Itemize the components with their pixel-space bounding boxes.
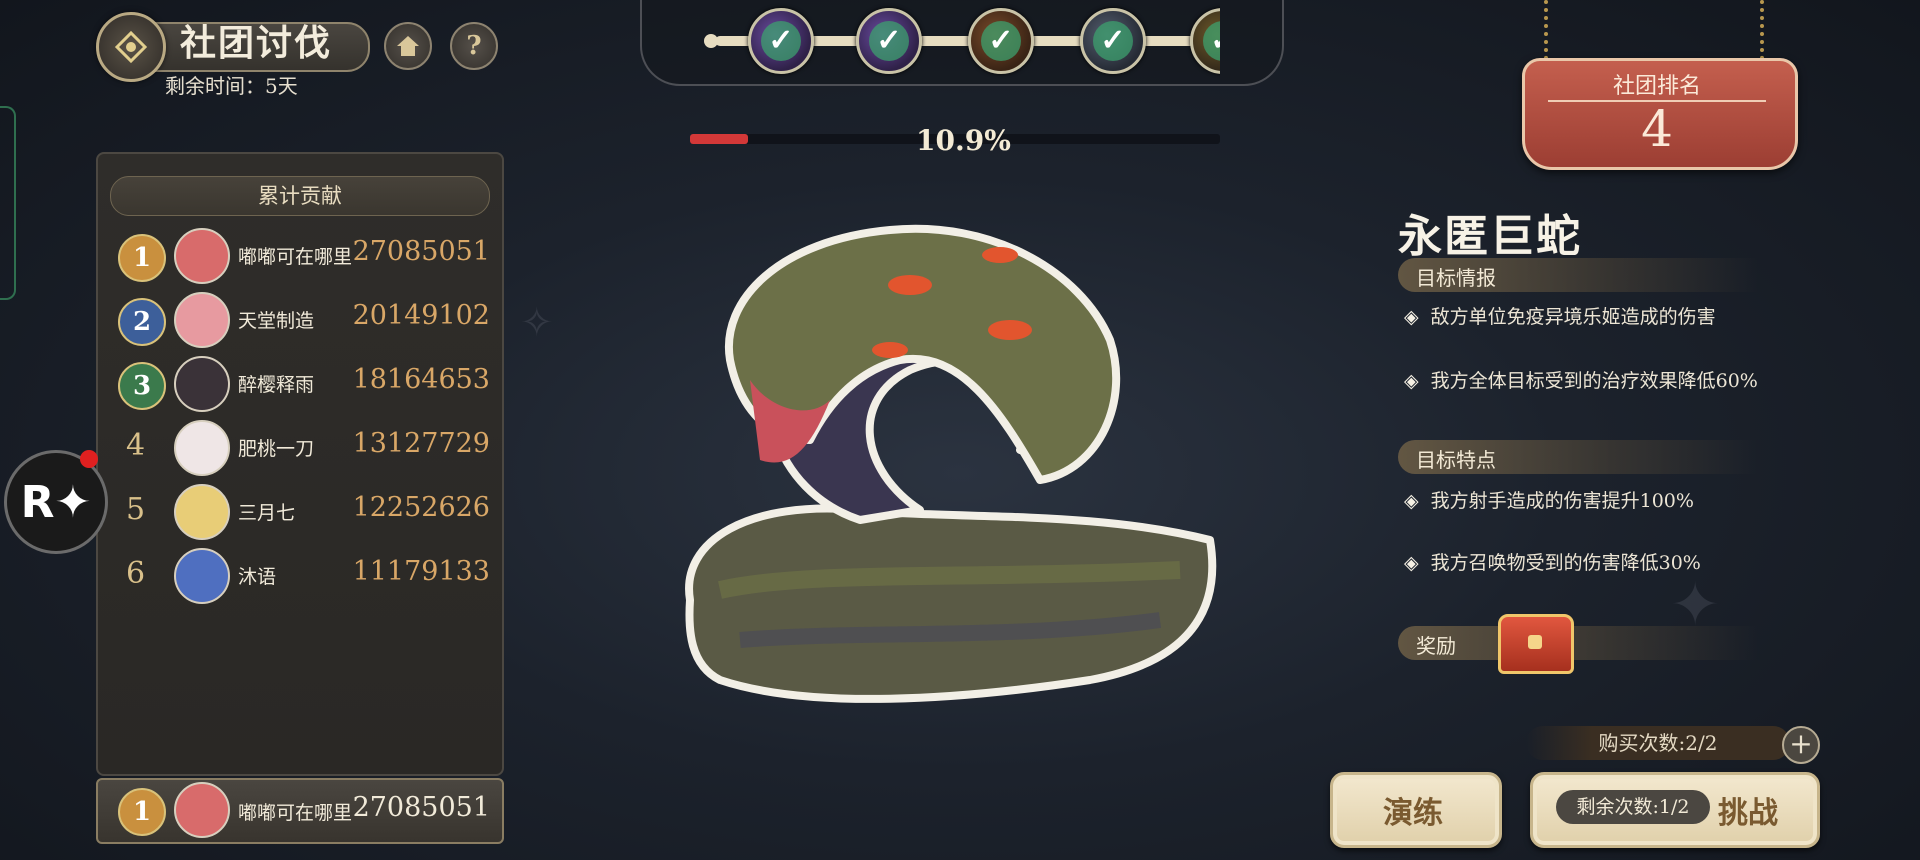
intel-item-text: 敌方单位免疫异境乐姬造成的伤害: [1430, 306, 1716, 328]
rank-medal-icon: 1: [118, 234, 166, 282]
stage-node-1[interactable]: ✓: [748, 8, 814, 74]
r-logo-icon: R✦: [20, 476, 92, 528]
stage-node-3[interactable]: ✓: [968, 8, 1034, 74]
diamond-bullet-icon: ◈: [1404, 370, 1419, 392]
treasure-chest-icon[interactable]: [1498, 614, 1574, 674]
player-name: 肥桃一刀: [238, 438, 315, 460]
player-score: 20149102: [352, 300, 490, 331]
diamond-bullet-icon: ◈: [1404, 490, 1419, 512]
intel-item: ◈ 敌方单位免疫异境乐姬造成的伤害: [1404, 302, 1716, 329]
stage-node-4[interactable]: ✓: [1080, 8, 1146, 74]
rank-number: 5: [126, 492, 146, 527]
player-score: 11179133: [352, 556, 490, 587]
leaderboard-row[interactable]: 4 肥桃一刀 13127729: [118, 420, 496, 480]
chain-decor: [1760, 0, 1774, 60]
player-name: 醉樱释雨: [238, 374, 315, 396]
avatar: [174, 420, 230, 476]
avatar: [174, 228, 230, 284]
player-score: 27085051: [352, 236, 490, 267]
self-row-content: 1 嘟嘟可在哪里 27085051: [118, 782, 496, 842]
leaderboard-row[interactable]: 1 嘟嘟可在哪里 27085051: [118, 228, 496, 288]
leaderboard-row[interactable]: 3 醉樱释雨 18164653: [118, 356, 496, 416]
trait-item-text: 我方射手造成的伤害提升100%: [1430, 490, 1694, 512]
intel-item-text: 我方全体目标受到的治疗效果降低60%: [1430, 370, 1758, 392]
player-name: 嘟嘟可在哪里: [238, 246, 353, 268]
rank-number: 4: [126, 428, 146, 463]
stage-check-icon: ✓: [761, 21, 801, 61]
player-score: 18164653: [352, 364, 490, 395]
player-name: 沐语: [238, 566, 277, 588]
stage-check-icon: ✓: [869, 21, 909, 61]
reward-label: 奖励: [1416, 634, 1456, 658]
diamond-bullet-icon: ◈: [1404, 306, 1419, 328]
trait-item: ◈ 我方射手造成的伤害提升100%: [1404, 486, 1694, 513]
notification-dot: [80, 450, 98, 468]
practice-button-label: 演练: [1383, 796, 1443, 831]
side-edge-tab[interactable]: [0, 106, 16, 300]
avatar: [174, 292, 230, 348]
boss-hp-fill: [690, 134, 748, 144]
contribution-header: 累计贡献: [110, 176, 490, 216]
player-name: 三月七: [238, 502, 296, 524]
leaderboard-row[interactable]: 2 天堂制造 20149102: [118, 292, 496, 352]
avatar: [174, 356, 230, 412]
rank-medal-icon: 1: [118, 788, 166, 836]
decor-star-icon: ✧: [520, 300, 554, 346]
buy-count: 购买次数:2/2: [1526, 726, 1790, 760]
player-score: 12252626: [352, 492, 490, 523]
rank-medal-icon: 2: [118, 298, 166, 346]
avatar: [174, 548, 230, 604]
guild-emblem-icon: [96, 12, 166, 82]
intel-section-title: 目标情报: [1416, 266, 1496, 290]
intel-item: ◈ 我方全体目标受到的治疗效果降低60%: [1404, 366, 1758, 393]
player-score: 13127729: [352, 428, 490, 459]
stage-check-icon: ✓: [1093, 21, 1133, 61]
avatar: [174, 782, 230, 838]
guild-rank-label: 社团排名: [1612, 74, 1701, 99]
emblem-icon: [114, 30, 148, 64]
traits-section-title: 目标特点: [1416, 448, 1496, 472]
diamond-bullet-icon: ◈: [1404, 552, 1419, 574]
buy-more-button[interactable]: +: [1782, 726, 1820, 764]
chest-lock: [1528, 635, 1542, 649]
rank-number: 6: [126, 556, 146, 591]
avatar: [174, 484, 230, 540]
trait-item: ◈ 我方召唤物受到的伤害降低30%: [1404, 548, 1701, 575]
rank-medal-icon: 3: [118, 362, 166, 410]
guild-rank-value: 4: [1641, 100, 1673, 158]
stage-node-2[interactable]: ✓: [856, 8, 922, 74]
remaining-attempts: 剩余次数:1/2: [1556, 790, 1710, 824]
boss-hp-percent: 10.9%: [916, 124, 1011, 157]
chain-decor: [1544, 0, 1558, 60]
challenge-button-label: 挑战: [1718, 796, 1778, 831]
stage-check-icon: ✓: [1203, 21, 1220, 61]
player-name: 天堂制造: [238, 310, 315, 332]
leaderboard-row[interactable]: 5 三月七 12252626: [118, 484, 496, 544]
player-name: 嘟嘟可在哪里: [238, 802, 353, 824]
boss-name: 永匿巨蛇: [1398, 211, 1582, 262]
leaderboard-row[interactable]: 6 沐语 11179133: [118, 548, 496, 608]
player-score: 27085051: [352, 792, 490, 823]
boss-serpent-image[interactable]: [660, 210, 1230, 710]
stage-check-icon: ✓: [981, 21, 1021, 61]
stage-nodes: ✓ ✓ ✓ ✓ ✓: [0, 0, 1220, 80]
stage-node-5[interactable]: ✓: [1190, 8, 1220, 74]
trait-item-text: 我方召唤物受到的伤害降低30%: [1430, 552, 1701, 574]
